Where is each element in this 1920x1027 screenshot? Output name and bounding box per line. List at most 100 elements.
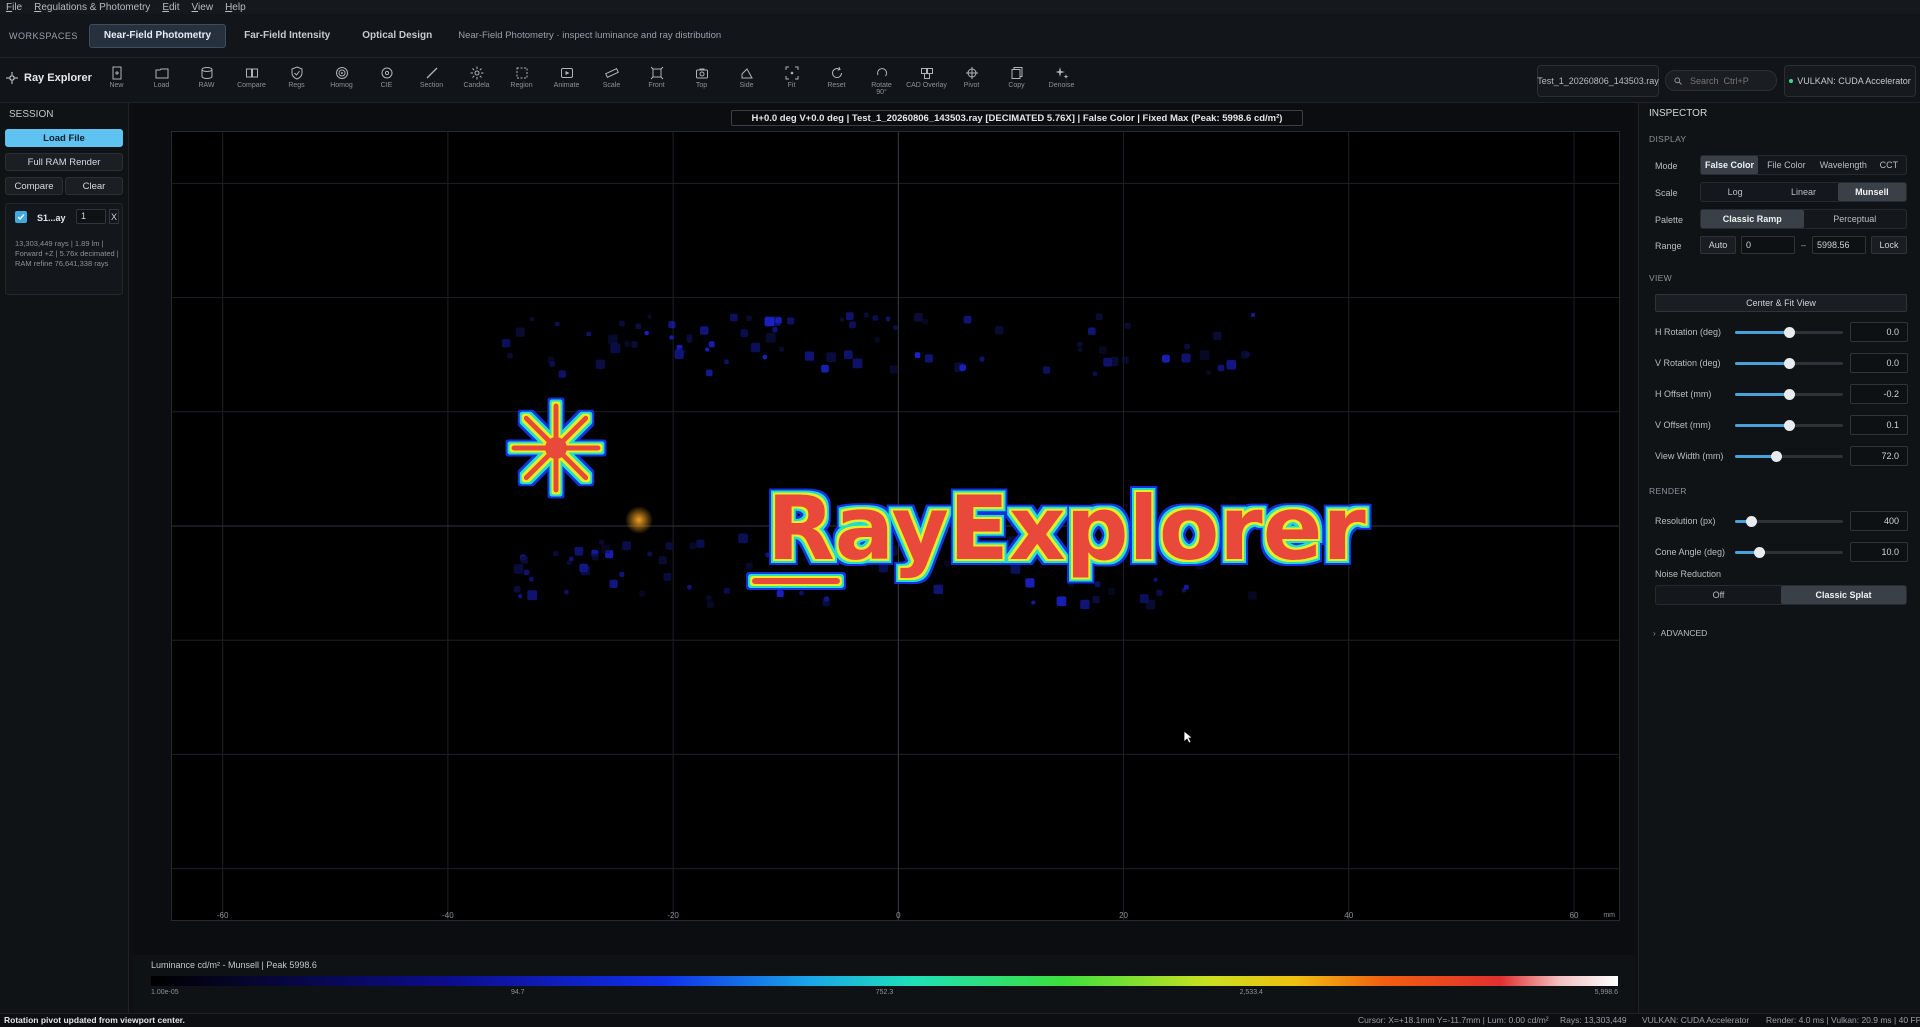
slider-track[interactable] xyxy=(1735,389,1843,400)
slider-track[interactable] xyxy=(1735,451,1843,462)
noise-splat xyxy=(963,315,972,324)
accelerator-badge[interactable]: VULKAN: CUDA Accelerator xyxy=(1784,65,1916,97)
palette-label: Palette xyxy=(1655,215,1684,225)
file-index-input[interactable]: 1 xyxy=(76,209,106,224)
menu-file[interactable]: File xyxy=(0,2,28,13)
tab-optical-design[interactable]: Optical Design xyxy=(348,25,446,47)
clear-button[interactable]: Clear xyxy=(65,177,123,195)
tool-load-button[interactable]: Load xyxy=(139,64,184,98)
load-file-button[interactable]: Load File xyxy=(5,129,123,147)
tool-reset-button[interactable]: Reset xyxy=(814,64,859,98)
tool-pivot-button[interactable]: Pivot xyxy=(949,64,994,98)
tool-scale-button[interactable]: Scale xyxy=(589,64,634,98)
tool-denoise-button[interactable]: Denoise xyxy=(1039,64,1084,98)
noise-splat xyxy=(705,347,710,352)
slider-track[interactable] xyxy=(1735,327,1843,338)
x-tick-label: 60 xyxy=(1570,911,1579,920)
tool-side-button[interactable]: Side xyxy=(724,64,769,98)
tool-copy-button[interactable]: Copy xyxy=(994,64,1039,98)
viewport-title: H+0.0 deg V+0.0 deg | Test_1_20260806_14… xyxy=(731,110,1303,126)
slider-knob[interactable] xyxy=(1753,547,1765,558)
slider-value-input[interactable]: -0.2 xyxy=(1850,384,1908,404)
center-fit-view-button[interactable]: Center & Fit View xyxy=(1655,294,1907,312)
scale-munsell[interactable]: Munsell xyxy=(1837,183,1906,201)
tool-section-button[interactable]: Section xyxy=(409,64,454,98)
tool-region-button[interactable]: Region xyxy=(499,64,544,98)
slider-value-input[interactable]: 72.0 xyxy=(1850,446,1908,466)
palette-classic-ramp[interactable]: Classic Ramp xyxy=(1701,210,1804,228)
search-box[interactable] xyxy=(1665,70,1777,91)
tool-cie-button[interactable]: CIE xyxy=(364,64,409,98)
noise-splat xyxy=(618,320,625,327)
menu-view[interactable]: View xyxy=(186,2,220,13)
advanced-toggle[interactable]: › ADVANCED xyxy=(1653,628,1707,638)
side-view-icon xyxy=(740,66,754,80)
slider-knob[interactable] xyxy=(1784,327,1795,338)
tool-top-button[interactable]: Top xyxy=(679,64,724,98)
scale-log[interactable]: Log xyxy=(1701,183,1769,201)
compare-button[interactable]: Compare xyxy=(5,177,63,195)
tool-regs-button[interactable]: Regs xyxy=(274,64,319,98)
noise-splat xyxy=(705,369,713,377)
slider-value-input[interactable]: 0.1 xyxy=(1850,415,1908,435)
slider-value-input[interactable]: 0.0 xyxy=(1850,353,1908,373)
noise-classic-splat[interactable]: Classic Splat xyxy=(1781,586,1906,604)
menu-edit[interactable]: Edit xyxy=(156,2,185,13)
scale-selector: Log Linear Munsell xyxy=(1700,182,1907,202)
slider-track[interactable] xyxy=(1735,420,1843,431)
slider-track[interactable] xyxy=(1735,547,1843,558)
accelerator-label: VULKAN: CUDA Accelerator xyxy=(1797,76,1911,86)
colorbar-ticks: 1.00e-05 94.7 752.3 2,533.4 5,998.6 xyxy=(151,989,1618,1001)
range-auto-button[interactable]: Auto xyxy=(1700,236,1736,254)
palette-perceptual[interactable]: Perceptual xyxy=(1804,210,1907,228)
tool-rotate-button[interactable]: Rotate 90° xyxy=(859,64,904,98)
tool-candela-button[interactable]: Candela xyxy=(454,64,499,98)
menu-help[interactable]: Help xyxy=(219,2,252,13)
slider-track[interactable] xyxy=(1735,358,1843,369)
slider-knob[interactable] xyxy=(1784,420,1795,431)
render-header: RENDER xyxy=(1649,486,1687,496)
noise-splat xyxy=(513,586,521,593)
tab-far-field[interactable]: Far-Field Intensity xyxy=(230,25,344,47)
tool-fit-button[interactable]: Fit xyxy=(769,64,814,98)
current-file-badge[interactable]: Test_1_20260806_143503.ray xyxy=(1537,65,1659,97)
noise-splat xyxy=(849,321,856,329)
scale-linear[interactable]: Linear xyxy=(1769,183,1837,201)
noise-splat xyxy=(687,584,692,590)
mode-wavelength[interactable]: Wavelength xyxy=(1815,156,1872,174)
file-visible-checkbox[interactable] xyxy=(15,211,27,223)
mode-cct[interactable]: CCT xyxy=(1872,156,1906,174)
remove-file-button[interactable]: X xyxy=(109,209,119,224)
range-max-input[interactable]: 5998.56 xyxy=(1812,236,1866,254)
full-ram-render-button[interactable]: Full RAM Render xyxy=(5,153,123,171)
tool-front-button[interactable]: Front xyxy=(634,64,679,98)
noise-splat xyxy=(1139,594,1149,604)
slider-value-input[interactable]: 10.0 xyxy=(1850,542,1908,562)
slider-knob[interactable] xyxy=(1771,451,1783,462)
tool-homog-button[interactable]: Homog xyxy=(319,64,364,98)
search-input[interactable] xyxy=(1688,74,1772,87)
mode-false-color[interactable]: False Color xyxy=(1701,156,1758,174)
menu-regulations[interactable]: Regulations & Photometry xyxy=(28,2,156,13)
noise-off[interactable]: Off xyxy=(1656,586,1781,604)
target-icon xyxy=(335,66,349,80)
slider-knob[interactable] xyxy=(1784,389,1795,400)
slider-knob[interactable] xyxy=(1746,516,1758,527)
tool-new-button[interactable]: New xyxy=(94,64,139,98)
tool-animate-button[interactable]: Animate xyxy=(544,64,589,98)
slider-track[interactable] xyxy=(1735,516,1843,527)
tool-cad-overlay-button[interactable]: CAD Overlay xyxy=(904,64,949,98)
viewport[interactable]: H+0.0 deg V+0.0 deg | Test_1_20260806_14… xyxy=(133,103,1635,955)
mode-file-color[interactable]: File Color xyxy=(1758,156,1815,174)
slider-value-input[interactable]: 0.0 xyxy=(1850,322,1908,342)
slider-knob[interactable] xyxy=(1784,358,1795,369)
tool-raw-button[interactable]: RAW xyxy=(184,64,229,98)
slider-value-input[interactable]: 400 xyxy=(1850,511,1908,531)
luminance-plot[interactable]: RayExplorer -60-40-2002040603020100-10-2… xyxy=(171,131,1620,921)
tool-label: RAW xyxy=(198,82,215,89)
range-lock-button[interactable]: Lock xyxy=(1871,236,1907,254)
range-min-input[interactable]: 0 xyxy=(1741,236,1795,254)
noise-splat xyxy=(933,584,944,595)
tool-compare-button[interactable]: Compare xyxy=(229,64,274,98)
tab-near-field[interactable]: Near-Field Photometry xyxy=(88,23,227,48)
